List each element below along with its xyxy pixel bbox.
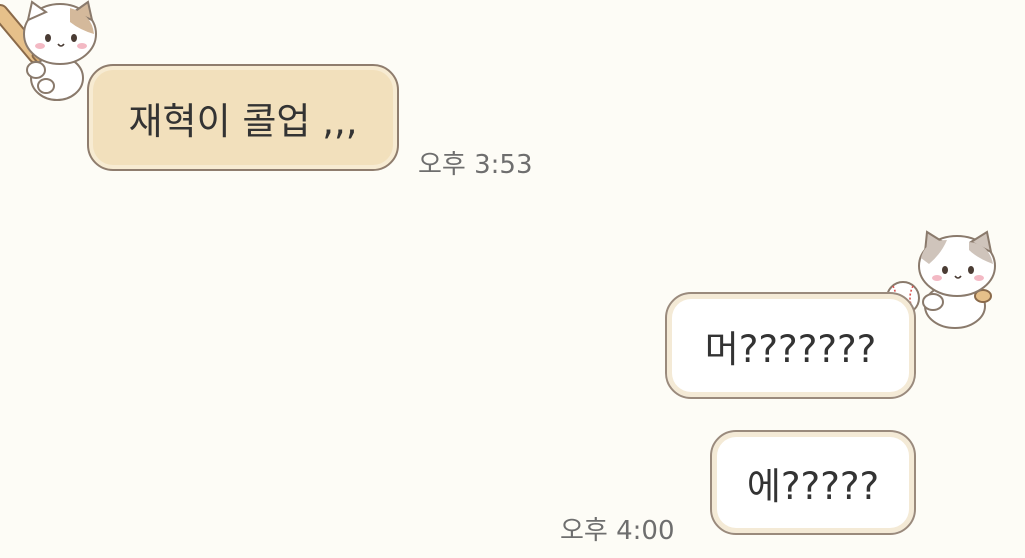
- message-timestamp: 오후 4:00: [560, 516, 675, 546]
- message-text: 에?????: [746, 464, 880, 508]
- message-timestamp: 오후 3:53: [418, 150, 533, 180]
- message-bubble-sent[interactable]: 머???????: [665, 292, 916, 399]
- message-text: 재혁이 콜업 ,,,: [128, 99, 358, 143]
- message-bubble-sent[interactable]: 에?????: [710, 430, 916, 535]
- message-text: 머???????: [704, 327, 877, 371]
- message-bubble-received[interactable]: 재혁이 콜업 ,,,: [87, 64, 399, 171]
